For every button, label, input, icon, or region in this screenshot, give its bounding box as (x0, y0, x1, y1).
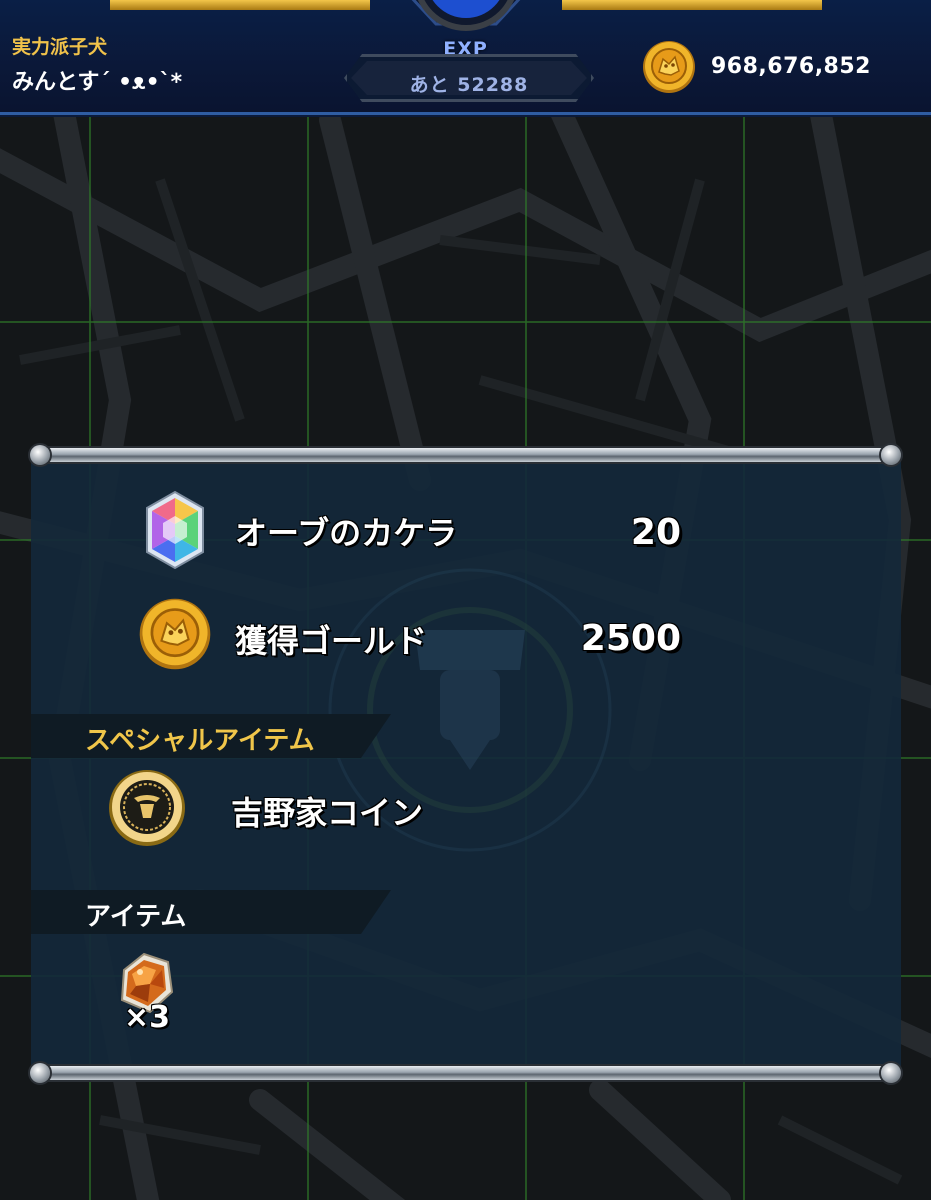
player-name: みんとす´ •ᴥ•`* (12, 70, 183, 95)
section-header-special-items: スペシャルアイテム (31, 714, 391, 758)
header-gold-rail-right (562, 0, 822, 10)
reward-label-gold: 獲得ゴールド (235, 622, 428, 660)
reward-label-orb-fragment: オーブのカケラ (235, 514, 458, 552)
header-gold-rail-left (110, 0, 370, 10)
gold-coin-icon (139, 598, 211, 670)
exp-remaining-badge: あと 52288 (344, 54, 594, 102)
reward-row-gold: 獲得ゴールド 2500 (31, 596, 901, 676)
panel-bottom-rail (31, 1066, 901, 1080)
special-item-row[interactable]: 吉野家コイン (31, 768, 901, 848)
reward-value-gold: 2500 (580, 618, 681, 659)
special-item-label: 吉野家コイン (231, 794, 424, 832)
gold-coin-icon (643, 41, 695, 93)
yoshinoya-coin-icon (109, 770, 185, 846)
section-header-items: アイテム (31, 890, 391, 934)
section-title-items: アイテム (85, 902, 187, 932)
gold-total: 968,676,852 (711, 54, 871, 79)
status-header: 実力派子犬 みんとす´ •ᴥ•`* EXP あと 52288 968,676,8… (0, 0, 931, 115)
panel-top-rail (31, 448, 901, 462)
exp-remaining-text: あと 52288 (409, 74, 529, 96)
reward-row-orb-fragment: オーブのカケラ 20 (31, 490, 901, 570)
panel-rivet (30, 1063, 50, 1083)
reward-value-orb-fragment: 20 (630, 512, 681, 553)
panel-rivet (881, 445, 901, 465)
exp-badge-inner: あと 52288 (351, 61, 587, 95)
item-count: ×3 (124, 1000, 171, 1035)
rainbow-gem-icon (146, 490, 204, 570)
panel-rivet (881, 1063, 901, 1083)
section-title-special-items: スペシャルアイテム (85, 726, 315, 756)
panel-rivet (30, 445, 50, 465)
